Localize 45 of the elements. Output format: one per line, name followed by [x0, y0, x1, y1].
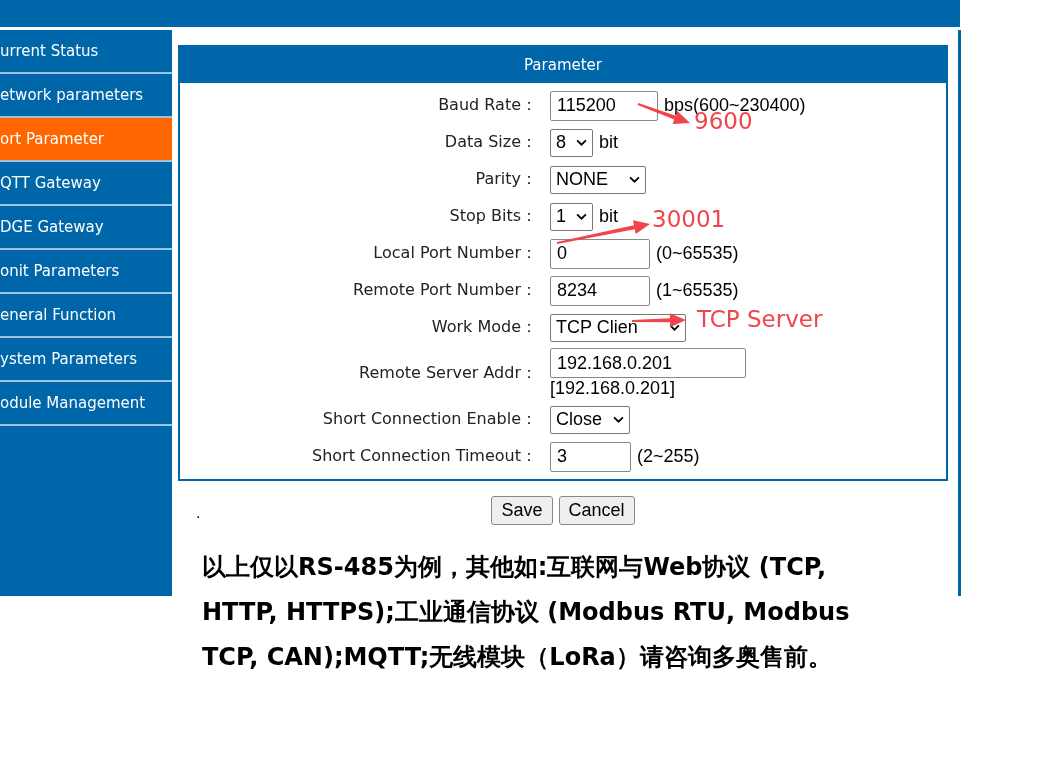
chevron-down-icon — [576, 139, 587, 146]
dropdown[interactable]: 1 — [550, 202, 593, 231]
input-field[interactable]: 115200 — [550, 90, 658, 121]
dropdown[interactable]: Close — [550, 405, 630, 434]
unit-label: bit — [599, 206, 618, 227]
field-label: Remote Server Addr： — [358, 363, 538, 384]
dropdown[interactable]: TCP Clien — [550, 313, 686, 342]
sidebar-item[interactable]: ystem Parameters — [0, 338, 172, 382]
dot-mark: . — [196, 505, 201, 521]
address-value: [192.168.0.201] — [550, 378, 677, 399]
sidebar-item[interactable]: QTT Gateway — [0, 162, 172, 206]
field-label: Remote Port Number： — [352, 280, 538, 301]
range-hint: (2~255) — [637, 446, 700, 467]
chevron-down-icon — [629, 176, 640, 183]
range-hint: (1~65535) — [656, 280, 739, 301]
field-label: Local Port Number： — [372, 243, 538, 264]
field-label: Short Connection Timeout： — [311, 446, 538, 467]
sidebar-item[interactable]: DGE Gateway — [0, 206, 172, 250]
sidebar-item[interactable]: urrent Status — [0, 30, 172, 74]
range-hint: (0~65535) — [656, 243, 739, 264]
chevron-down-icon — [613, 416, 624, 423]
field-label: Baud Rate： — [437, 95, 538, 116]
field-label: Data Size： — [443, 132, 538, 153]
field-label: Short Connection Enable： — [321, 409, 538, 430]
field-label: Parity： — [474, 169, 538, 190]
sidebar-item[interactable]: onit Parameters — [0, 250, 172, 294]
dropdown[interactable]: 8 — [550, 128, 593, 157]
field-label: Work Mode： — [430, 317, 538, 338]
cancel-button[interactable]: Cancel — [558, 496, 635, 525]
unit-label: bit — [599, 132, 618, 153]
dropdown[interactable]: NONE — [550, 165, 646, 194]
note-paragraph: 以上仅以RS-485为例，其他如:互联网与Web协议 (TCP, HTTP, HTTPS);工业通信协议 (Modbus RTU, Modbus TCP, CAN);MQTT;无线模块（LoRa）请咨询多奥售前。 — [202, 552, 851, 673]
chevron-down-icon — [669, 324, 680, 331]
annotation-text: 30001 — [652, 206, 726, 232]
input-field[interactable]: 8234 — [550, 275, 650, 306]
input-field[interactable]: 0 — [550, 238, 650, 269]
panel-title: Parameter — [523, 56, 602, 74]
sidebar-item[interactable]: eneral Function — [0, 294, 172, 338]
chevron-down-icon — [576, 213, 587, 220]
save-button[interactable]: Save — [491, 496, 553, 525]
input-field[interactable]: 3 — [550, 441, 631, 472]
annotation-text: TCP Server — [697, 306, 823, 332]
input-field[interactable]: 192.168.0.201 — [550, 348, 746, 378]
field-label: Stop Bits： — [448, 206, 538, 227]
sidebar-item[interactable]: odule Management — [0, 382, 172, 426]
